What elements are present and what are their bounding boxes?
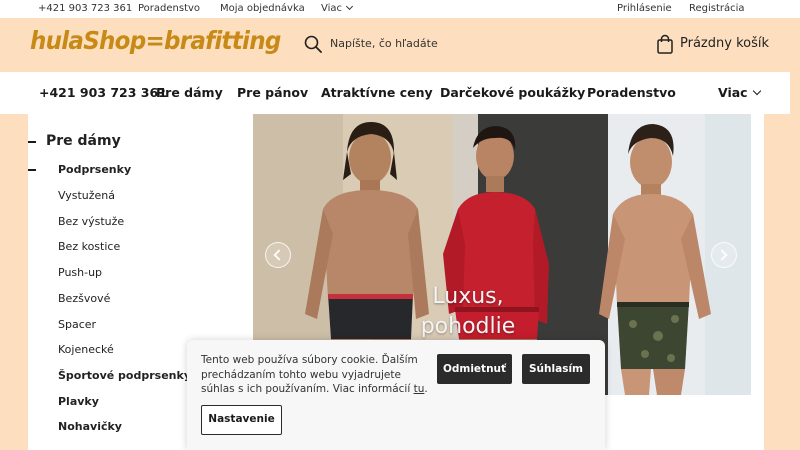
sidebar-item-spacer[interactable]: Spacer	[58, 318, 96, 331]
sidebar-item-nursing[interactable]: Kojenecké	[58, 343, 114, 356]
top-utility-bar: +421 903 723 361 Poradenstvo Moja objedn…	[0, 0, 800, 18]
nav-item-gift-vouchers[interactable]: Darčekové poukážky	[440, 85, 585, 100]
search-icon[interactable]	[304, 35, 322, 53]
cookie-message: Tento web používa súbory cookie. Ďalším …	[201, 353, 429, 397]
collapse-icon[interactable]	[28, 141, 36, 143]
sidebar-item-wirefree[interactable]: Bez kostice	[58, 240, 120, 253]
chevron-down-icon	[345, 2, 354, 11]
chevron-down-icon	[752, 86, 761, 96]
sidebar-item-padded[interactable]: Vystužená	[58, 189, 115, 202]
nav-item-men[interactable]: Pre pánov	[237, 85, 308, 100]
hero-caption: Luxus, pohodlie	[398, 282, 538, 342]
shopping-bag-icon[interactable]	[656, 34, 674, 54]
chevron-right-icon	[716, 249, 728, 261]
topbar-my-order-link[interactable]: Moja objednávka	[220, 3, 305, 14]
chevron-left-icon	[273, 249, 285, 261]
carousel-next-button[interactable]	[711, 242, 737, 268]
sidebar-item-push-up[interactable]: Push-up	[58, 266, 102, 279]
page-background-right-inner	[764, 114, 790, 450]
page-background-right	[790, 72, 800, 450]
hero-caption-line1: Luxus,	[432, 284, 504, 309]
cookie-message-period: .	[424, 383, 428, 395]
cookie-message-text: Tento web používa súbory cookie. Ďalším …	[201, 354, 418, 395]
nav-more-menu[interactable]: Viac	[718, 85, 761, 100]
topbar-phone-link[interactable]: +421 903 723 361	[38, 3, 132, 14]
accept-cookies-button[interactable]: Súhlasím	[522, 354, 590, 384]
cookie-consent-dialog: Tento web používa súbory cookie. Ďalším …	[187, 340, 605, 450]
sidebar-item-unpadded[interactable]: Bez výstuže	[58, 215, 124, 228]
topbar-more-menu[interactable]: Viac	[321, 2, 354, 14]
sidebar-item-bras[interactable]: Podprsenky	[58, 163, 131, 176]
nav-item-advice[interactable]: Poradenstvo	[587, 85, 676, 100]
cookie-settings-button[interactable]: Nastavenie	[201, 405, 282, 435]
sidebar-item-sports-bras[interactable]: Športové podprsenky	[58, 369, 191, 382]
nav-item-sale[interactable]: Atraktívne ceny	[321, 85, 433, 100]
sidebar-title[interactable]: Pre dámy	[46, 133, 121, 149]
site-logo[interactable]: hulaShop=brafitting	[30, 26, 281, 55]
register-link[interactable]: Registrácia	[689, 3, 745, 14]
topbar-more-label: Viac	[321, 3, 343, 14]
sidebar-item-swimwear[interactable]: Plavky	[58, 395, 99, 408]
carousel-prev-button[interactable]	[265, 242, 291, 268]
cart-button[interactable]: Prázdny košík	[680, 36, 769, 51]
topbar-advice-link[interactable]: Poradenstvo	[138, 3, 200, 14]
cookie-info-link[interactable]: tu	[414, 383, 425, 395]
nav-item-women[interactable]: Pre dámy	[156, 85, 223, 100]
page-background-left	[0, 114, 28, 450]
reject-cookies-button[interactable]: Odmietnuť	[437, 354, 512, 384]
hero-caption-line2: pohodlie	[420, 314, 516, 339]
sidebar-item-panties[interactable]: Nohavičky	[58, 420, 122, 433]
sidebar-item-seamless[interactable]: Bezšvové	[58, 292, 110, 305]
search-input[interactable]: Napíšte, čo hľadáte	[330, 37, 438, 50]
login-link[interactable]: Prihlásenie	[617, 3, 672, 14]
site-header: hulaShop=brafitting Napíšte, čo hľadáte …	[0, 18, 800, 72]
nav-item-phone[interactable]: +421 903 723 361	[39, 85, 167, 100]
nav-more-label: Viac	[718, 85, 748, 100]
main-navigation: +421 903 723 361 Pre dámy Pre pánov Atra…	[0, 72, 790, 114]
collapse-icon[interactable]	[28, 169, 36, 171]
